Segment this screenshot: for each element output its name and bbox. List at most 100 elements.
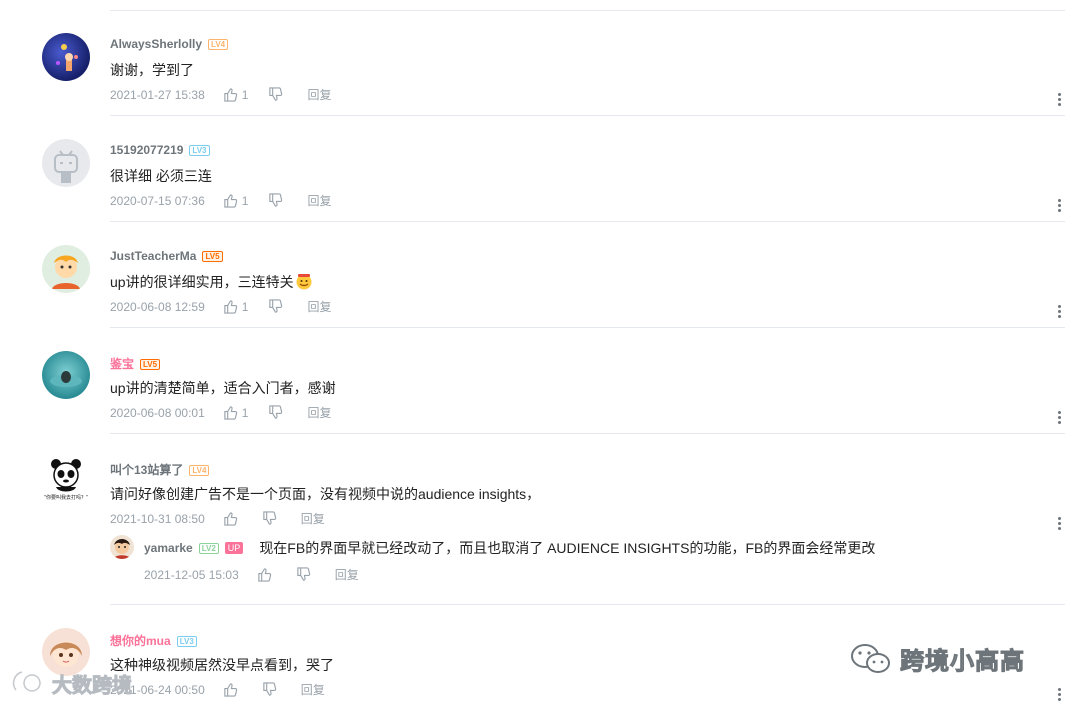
comment-time: 2020-07-15 07:36: [110, 193, 205, 208]
like-count: 1: [241, 87, 249, 102]
thumbs-down-icon: [269, 299, 283, 313]
sub-reply-avatar[interactable]: [110, 535, 134, 559]
thumbs-up-icon: [224, 88, 237, 102]
brand-logo-icon: [11, 670, 42, 693]
comment-text: 很详细 必须三连: [110, 168, 212, 184]
emoji-icon: [296, 274, 312, 290]
level-badge: LV3: [189, 145, 210, 156]
dislike-button[interactable]: [268, 193, 283, 208]
sub-reply-username[interactable]: yamarke: [144, 541, 193, 555]
reply-button[interactable]: 回复: [301, 510, 325, 527]
avatar[interactable]: [42, 33, 90, 81]
bottom-watermark: 大数跨境: [8, 668, 133, 698]
wechat-icon: [851, 643, 890, 673]
sub-reply-meta: 2021-12-05 15:03 回复: [144, 566, 359, 583]
more-options-icon[interactable]: [1056, 305, 1062, 319]
dislike-button[interactable]: [268, 299, 283, 314]
comment-text: 谢谢，学到了: [110, 62, 194, 78]
comment-meta: 2020-07-15 07:36 1 回复: [110, 192, 331, 209]
comment-username[interactable]: 想你的mua LV3: [110, 632, 197, 649]
thumbs-up-icon: [224, 406, 237, 420]
divider: [110, 115, 1065, 116]
avatar[interactable]: [42, 139, 90, 187]
like-button[interactable]: 1: [223, 405, 249, 420]
comment-username[interactable]: 15192077219 LV3: [110, 143, 210, 157]
more-options-icon[interactable]: [1056, 688, 1062, 702]
reply-button[interactable]: 回复: [335, 566, 359, 583]
sub-reply-line: yamarke LV2 UP 现在FB的界面早就已经改动了，而且也取消了 AUD…: [144, 538, 875, 558]
dislike-button[interactable]: [262, 682, 277, 697]
more-options-icon[interactable]: [1056, 93, 1062, 107]
comment-time: 2021-01-27 15:38: [110, 87, 205, 102]
like-button[interactable]: [223, 682, 238, 697]
avatar[interactable]: [42, 351, 90, 399]
like-button[interactable]: 1: [223, 193, 249, 208]
thumbs-down-icon: [263, 511, 276, 525]
more-options-icon[interactable]: [1056, 411, 1062, 425]
sub-reply-text: 现在FB的界面早就已经改动了，而且也取消了 AUDIENCE INSIGHTS的…: [259, 540, 876, 556]
like-count: 1: [241, 193, 249, 208]
comment-meta: 2020-06-08 00:01 1 回复: [110, 404, 331, 421]
comment-meta: 2021-06-24 00:50 回复: [110, 681, 325, 698]
comment-text: up讲的很详细实用，三连特关: [110, 272, 313, 292]
thumbs-up-icon: [258, 568, 271, 582]
level-badge: LV4: [208, 39, 229, 50]
level-badge: LV5: [140, 359, 161, 370]
comment-text: 这种神级视频居然没早点看到，哭了: [110, 657, 334, 673]
thumbs-up-icon: [224, 683, 237, 697]
thumbs-up-icon: [224, 300, 237, 314]
comment-meta: 2020-06-08 12:59 1 回复: [110, 298, 331, 315]
comment-username[interactable]: 叫个13站算了 LV4: [110, 461, 210, 478]
comment-time: 2020-06-08 00:01: [110, 405, 205, 420]
wechat-account-name: 跨境小高高: [900, 648, 1025, 676]
comment-time: 2021-10-31 08:50: [110, 511, 205, 526]
reply-button[interactable]: 回复: [307, 298, 331, 315]
avatar-image: [113, 539, 131, 559]
divider: [110, 433, 1065, 434]
like-button[interactable]: 1: [223, 299, 249, 314]
comment-meta: 2021-10-31 08:50 回复: [110, 510, 325, 527]
dislike-button[interactable]: [262, 511, 277, 526]
level-badge: LV4: [189, 465, 210, 476]
level-badge: LV3: [176, 636, 197, 647]
dislike-button[interactable]: [268, 87, 283, 102]
like-count: 1: [241, 405, 249, 420]
like-button[interactable]: [223, 511, 238, 526]
reply-button[interactable]: 回复: [307, 86, 331, 103]
thumbs-down-icon: [297, 567, 310, 581]
like-count: 1: [241, 299, 249, 314]
comment-text: up讲的清楚简单，适合入门者，感谢: [110, 380, 336, 396]
up-badge: UP: [224, 542, 244, 554]
thumbs-up-icon: [224, 512, 237, 526]
wechat-watermark: 跨境小高高: [850, 641, 1025, 676]
thumbs-down-icon: [269, 193, 283, 207]
reply-button[interactable]: 回复: [307, 192, 331, 209]
default-avatar-image: [54, 150, 78, 183]
avatar-image: [56, 44, 78, 71]
reply-button[interactable]: 回复: [307, 404, 331, 421]
level-badge: LV2: [198, 542, 219, 554]
thumbs-down-icon: [269, 405, 283, 419]
divider: [110, 604, 1065, 605]
thumbs-down-icon: [269, 87, 283, 101]
more-options-icon[interactable]: [1056, 199, 1062, 213]
avatar[interactable]: [42, 245, 90, 293]
comment-meta: 2021-01-27 15:38 1 回复: [110, 86, 331, 103]
thumbs-up-icon: [224, 194, 237, 208]
like-button[interactable]: 1: [223, 87, 249, 102]
more-options-icon[interactable]: [1056, 517, 1062, 531]
reply-button[interactable]: 回复: [301, 681, 325, 698]
avatar[interactable]: "你要叫我去打吗？": [42, 457, 90, 505]
divider: [110, 327, 1065, 328]
avatar-caption: "你要叫我去打吗？": [44, 495, 88, 501]
dislike-button[interactable]: [296, 567, 311, 582]
comment-username[interactable]: 鉴宝 LV5: [110, 355, 161, 372]
like-button[interactable]: [257, 567, 272, 582]
brand-name: 大数跨境: [52, 674, 133, 697]
dislike-button[interactable]: [268, 405, 283, 420]
level-badge: LV5: [202, 251, 223, 262]
comment-text: 请问好像创建广告不是一个页面，没有视频中说的audience insights，: [110, 486, 541, 502]
comment-username[interactable]: JustTeacherMa LV5: [110, 249, 223, 263]
comment-username[interactable]: AlwaysSherlolly LV4: [110, 37, 229, 51]
sub-reply-time: 2021-12-05 15:03: [144, 567, 239, 582]
